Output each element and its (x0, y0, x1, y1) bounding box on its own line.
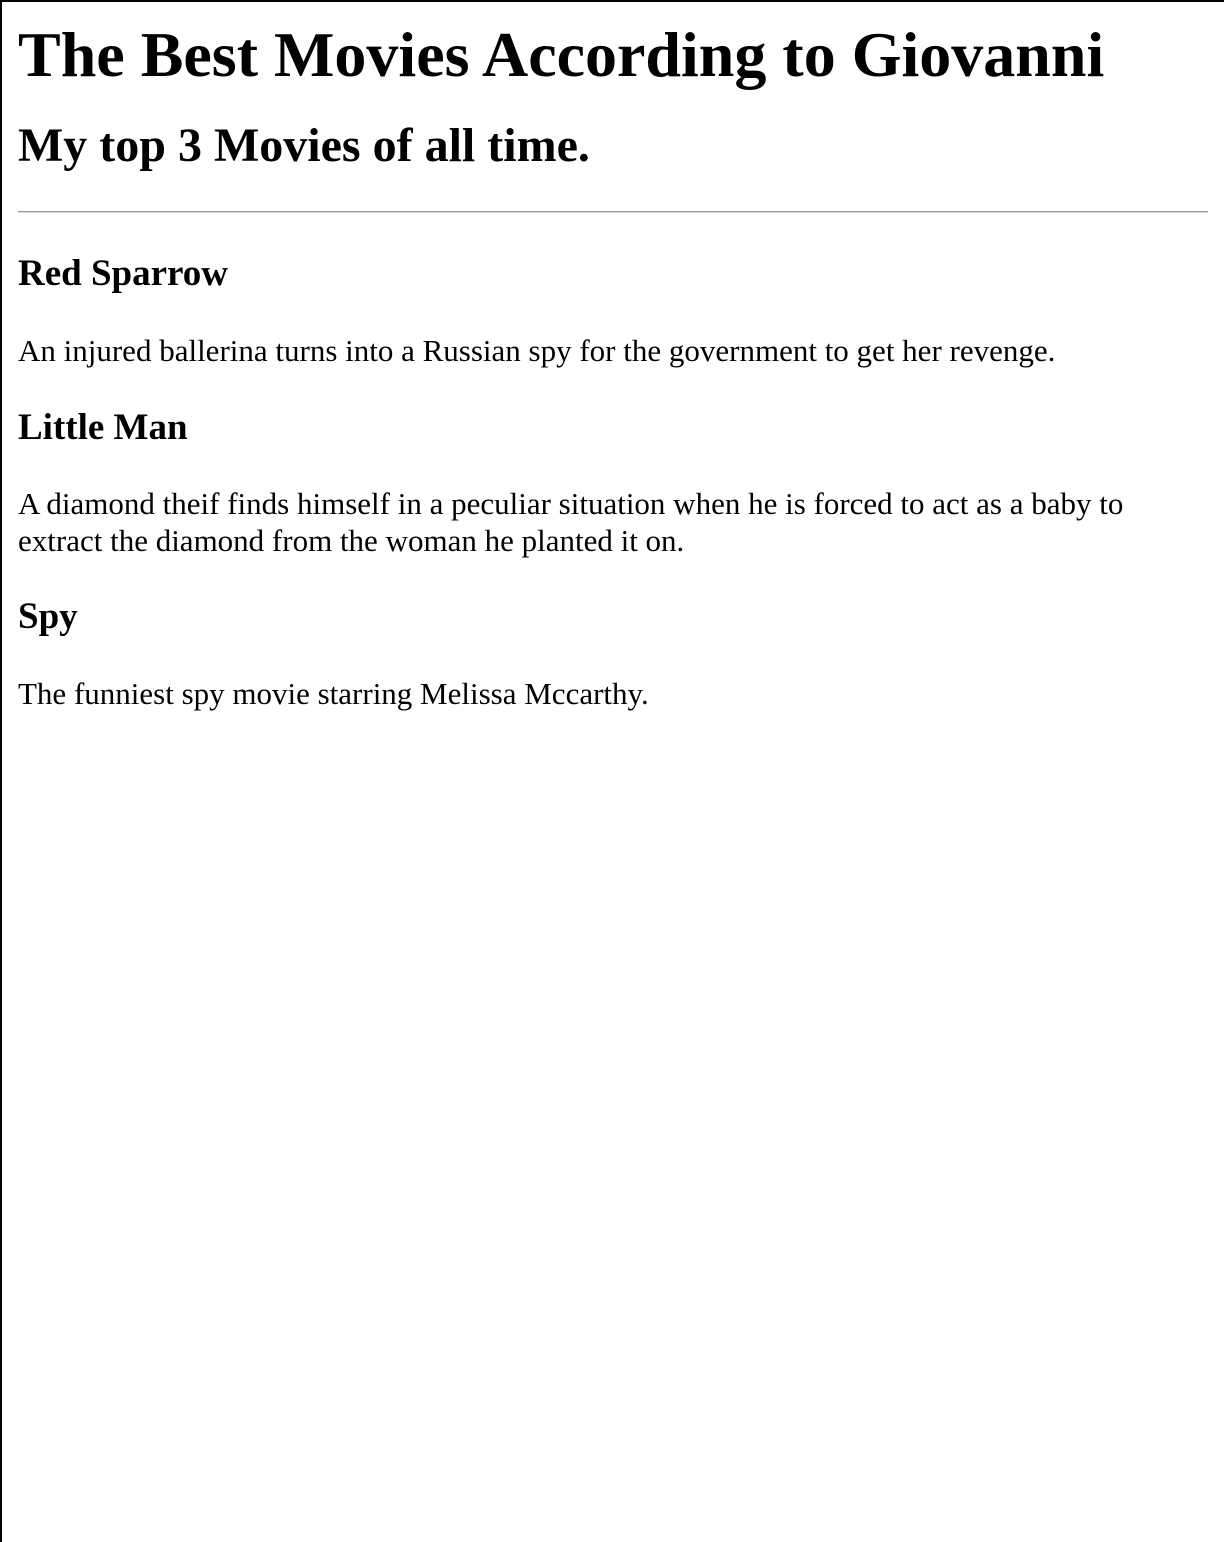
divider (18, 211, 1208, 213)
movie-title: Red Sparrow (18, 253, 229, 294)
page-subtitle: My top 3 Movies of all time. (18, 119, 590, 172)
page-content: The Best Movies According to Giovanni My… (18, 0, 1208, 712)
movie-item-little-man: Little Man A diamond theif finds himself… (18, 407, 1208, 559)
movie-item-spy: Spy The funniest spy movie starring Meli… (18, 596, 1208, 712)
window-left-border (0, 0, 2, 1542)
movie-item-red-sparrow: Red Sparrow An injured ballerina turns i… (18, 253, 1208, 369)
movie-description: A diamond theif finds himself in a pecul… (18, 486, 1124, 558)
movie-description: The funniest spy movie starring Melissa … (18, 676, 649, 711)
page-title: The Best Movies According to Giovanni (18, 19, 1105, 90)
movie-description: An injured ballerina turns into a Russia… (18, 333, 1056, 368)
movie-title: Little Man (18, 407, 188, 448)
movie-title: Spy (18, 596, 78, 637)
